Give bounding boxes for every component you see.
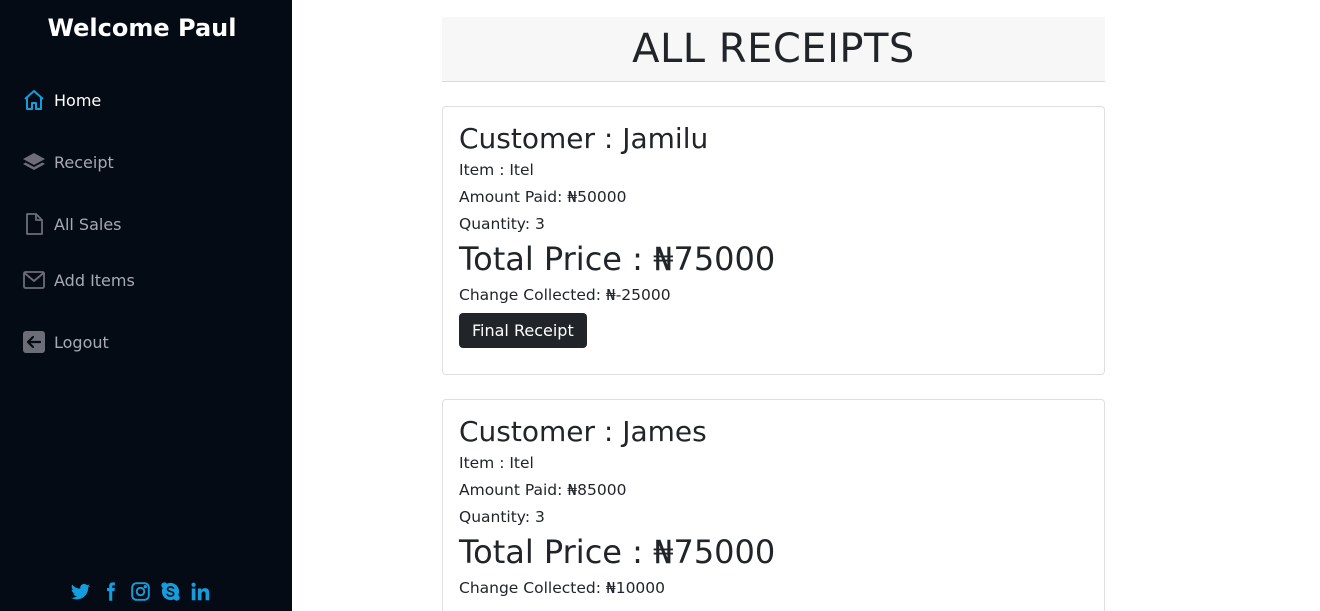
sidebar-item-label: Logout <box>54 332 109 352</box>
customer-name: Customer : James <box>459 415 707 448</box>
instagram-icon[interactable] <box>130 579 151 603</box>
facebook-icon[interactable] <box>100 579 121 603</box>
receipt-item: Item : Itel <box>459 454 534 472</box>
twitter-icon[interactable] <box>70 579 91 603</box>
sidebar-item-logout[interactable]: Logout <box>21 327 109 357</box>
quantity: Quantity: 3 <box>459 215 545 233</box>
layers-icon <box>21 150 46 175</box>
envelope-icon <box>21 268 46 293</box>
customer-name: Customer : Jamilu <box>459 122 709 155</box>
sidebar-item-label: Receipt <box>54 152 114 172</box>
welcome-title: Welcome Paul <box>47 14 237 42</box>
sidebar-item-all-sales[interactable]: All Sales <box>21 209 122 239</box>
page-header: ALL RECEIPTS <box>442 17 1105 82</box>
sidebar-item-add-items[interactable]: Add Items <box>21 265 135 295</box>
amount-paid: Amount Paid: ₦50000 <box>459 188 627 206</box>
home-icon <box>21 88 46 113</box>
sidebar-item-receipt[interactable]: Receipt <box>21 147 114 177</box>
quantity: Quantity: 3 <box>459 508 545 526</box>
main-content: ALL RECEIPTS Customer : Jamilu Item : It… <box>292 0 1320 611</box>
page-title: ALL RECEIPTS <box>632 26 915 72</box>
arrow-left-square-icon <box>21 330 46 355</box>
sidebar-item-label: Add Items <box>54 270 135 290</box>
social-links <box>70 579 211 603</box>
sidebar-item-label: All Sales <box>54 214 122 234</box>
sidebar-item-home[interactable]: Home <box>21 85 101 115</box>
sidebar-item-label: Home <box>54 90 102 110</box>
file-icon <box>21 212 46 237</box>
receipt-item: Item : Itel <box>459 161 534 179</box>
receipt-card: Customer : James Item : Itel Amount Paid… <box>442 399 1105 611</box>
amount-paid: Amount Paid: ₦85000 <box>459 481 627 499</box>
final-receipt-button[interactable]: Final Receipt <box>459 313 587 348</box>
skype-icon[interactable] <box>160 579 181 603</box>
total-price: Total Price : ₦75000 <box>459 240 776 278</box>
receipt-card: Customer : Jamilu Item : Itel Amount Pai… <box>442 106 1105 375</box>
change-collected: Change Collected: ₦10000 <box>459 579 666 597</box>
linkedin-icon[interactable] <box>190 579 211 603</box>
change-collected: Change Collected: ₦-25000 <box>459 286 671 304</box>
sidebar: Welcome Paul Home Receipt All Sales Add … <box>0 0 292 611</box>
total-price: Total Price : ₦75000 <box>459 533 776 571</box>
